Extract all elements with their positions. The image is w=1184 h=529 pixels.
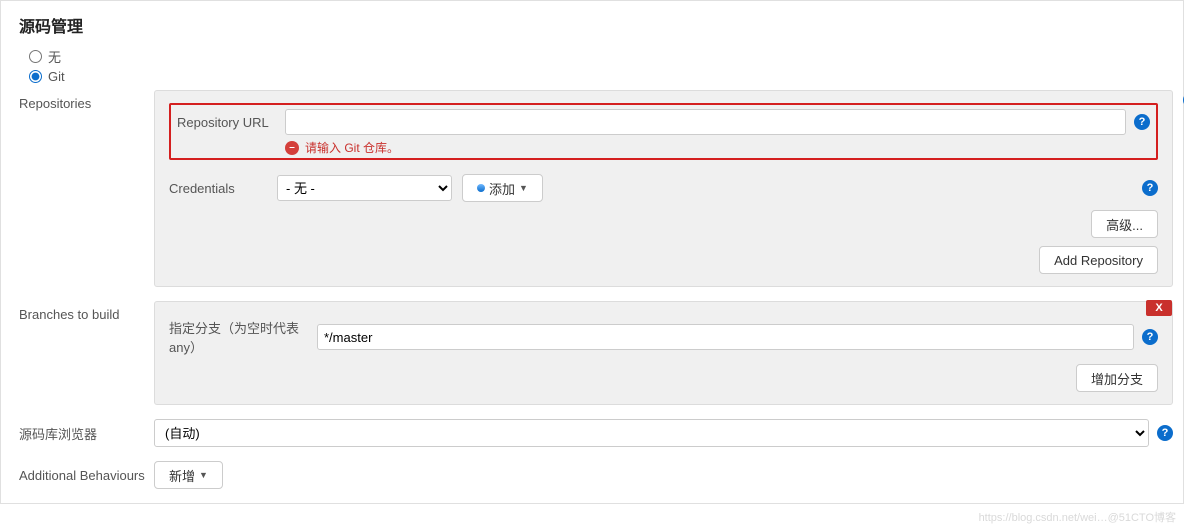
branch-spec-input[interactable] [317, 324, 1134, 350]
help-icon[interactable]: ? [1142, 180, 1158, 196]
browser-label: 源码库浏览器 [19, 424, 154, 443]
credentials-label: Credentials [169, 181, 277, 196]
add-branch-button[interactable]: 增加分支 [1076, 364, 1158, 392]
branches-group: X 指定分支（为空时代表any） ? 增加分支 [154, 301, 1173, 405]
repo-browser-select[interactable]: (自动) [154, 419, 1149, 447]
add-repository-button[interactable]: Add Repository [1039, 246, 1158, 274]
credentials-select[interactable]: - 无 - [277, 175, 452, 201]
repositories-label: Repositories [19, 90, 154, 111]
branches-label: Branches to build [19, 301, 154, 322]
watermark: https://blog.csdn.net/wei…@51CTO博客 [979, 509, 1176, 525]
radio-git-label: Git [48, 69, 65, 84]
additional-label: Additional Behaviours [19, 468, 154, 483]
key-icon [477, 184, 485, 192]
help-icon[interactable]: ? [1142, 329, 1158, 345]
radio-git[interactable] [29, 70, 42, 83]
scm-option-git[interactable]: Git [29, 69, 1173, 84]
section-title: 源码管理 [19, 13, 1173, 37]
caret-down-icon: ▼ [519, 183, 528, 193]
repositories-group: Repository URL ? – 请输入 Git 仓库。 Credentia… [154, 90, 1173, 287]
delete-branch-button[interactable]: X [1146, 300, 1172, 316]
repo-url-error: – 请输入 Git 仓库。 [285, 139, 1150, 156]
add-behaviour-label: 新增 [169, 466, 195, 485]
repo-url-error-text: 请输入 Git 仓库。 [305, 139, 399, 156]
repo-url-label: Repository URL [177, 115, 285, 130]
add-credentials-button[interactable]: 添加 ▼ [462, 174, 543, 202]
error-icon: – [285, 141, 299, 155]
advanced-button[interactable]: 高级... [1091, 210, 1158, 238]
repo-url-error-box: Repository URL ? – 请输入 Git 仓库。 [169, 103, 1158, 160]
help-icon[interactable]: ? [1134, 114, 1150, 130]
add-behaviour-button[interactable]: 新增 ▼ [154, 461, 223, 489]
branch-spec-label: 指定分支（为空时代表any） [169, 318, 317, 356]
repo-url-input[interactable] [285, 109, 1126, 135]
help-icon[interactable]: ? [1157, 425, 1173, 441]
radio-none[interactable] [29, 50, 42, 63]
caret-down-icon: ▼ [199, 470, 208, 480]
radio-none-label: 无 [48, 47, 61, 66]
add-credentials-label: 添加 [489, 179, 515, 198]
scm-panel: 源码管理 无 Git Repositories ? Repository URL… [0, 0, 1184, 504]
scm-option-none[interactable]: 无 [29, 47, 1173, 66]
